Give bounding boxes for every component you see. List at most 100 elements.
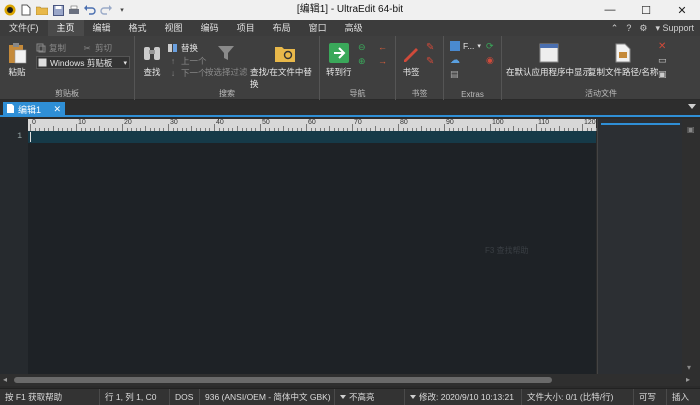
document-icon bbox=[7, 104, 14, 115]
script-icon[interactable]: ◉ bbox=[486, 55, 494, 66]
document-tab[interactable]: 编辑1 ✕ bbox=[3, 102, 65, 117]
print-icon[interactable] bbox=[68, 4, 80, 16]
compare-icon[interactable]: ▤ bbox=[450, 69, 459, 80]
ruler-tick bbox=[122, 124, 123, 131]
editor-area[interactable]: 1 0 10 20 30 40 50 60 70 80 90 100 110 120 F3 查找帮助 bbox=[0, 119, 597, 374]
bookmark-next-icon[interactable]: ✎ bbox=[426, 56, 434, 67]
filter-button[interactable]: 按选择过滤 bbox=[205, 42, 248, 78]
tab-file[interactable]: 文件(F) bbox=[0, 20, 48, 36]
clipboard-select-value: Windows 剪贴板 bbox=[50, 57, 113, 68]
paste-button[interactable]: 粘贴 bbox=[6, 42, 28, 78]
cloud-icon[interactable]: ☁ bbox=[450, 55, 460, 66]
close-button[interactable]: ✕ bbox=[664, 0, 700, 20]
status-filesize: 文件大小: 0/1 (比特/行) bbox=[522, 388, 634, 405]
help-icon[interactable]: ? bbox=[626, 23, 631, 33]
file-properties-icon[interactable]: ▣ bbox=[658, 69, 667, 80]
tab-layout[interactable]: 布局 bbox=[264, 20, 300, 36]
line-number: 1 bbox=[17, 132, 22, 141]
scroll-left-icon[interactable]: ◂ bbox=[3, 375, 7, 384]
document-tab-strip: 编辑1 ✕ bbox=[0, 100, 700, 117]
find-button[interactable]: 查找 bbox=[141, 42, 163, 78]
ruler-number: 100 bbox=[492, 119, 504, 126]
ruler-tick bbox=[582, 124, 583, 131]
support-dropdown[interactable]: ▾ Support bbox=[655, 23, 694, 34]
group-clipboard: 粘贴 复制 ✂ 剪切 Windows 剪贴板 ▾ 剪贴板 bbox=[0, 36, 135, 100]
editor-watermark-text: F3 查找帮助 bbox=[485, 246, 529, 255]
clipboard-select[interactable]: Windows 剪贴板 ▾ bbox=[36, 56, 130, 69]
tab-list-dropdown-icon[interactable] bbox=[688, 104, 696, 109]
nav-back-green-icon[interactable]: ⊖ bbox=[358, 42, 366, 53]
horizontal-scrollbar[interactable]: ◂ ▸ bbox=[0, 374, 700, 386]
tab-project[interactable]: 项目 bbox=[228, 20, 264, 36]
copy-label: 复制 bbox=[49, 43, 67, 53]
ftp-button[interactable]: F... ▾ bbox=[450, 41, 481, 51]
status-codepage[interactable]: 936 (ANSI/OEM - 简体中文 GBK) bbox=[200, 388, 335, 405]
cut-label: 剪切 bbox=[95, 43, 113, 53]
horizontal-scroll-thumb[interactable] bbox=[14, 377, 552, 383]
status-highlight-select[interactable]: 不高亮 bbox=[335, 388, 405, 405]
minimap-panel[interactable] bbox=[597, 119, 682, 374]
settings-icon[interactable]: ⚙ bbox=[639, 23, 647, 34]
save-icon[interactable] bbox=[52, 4, 64, 16]
vertical-scrollbar[interactable]: ▣ ▾ bbox=[682, 119, 700, 374]
status-line-ending[interactable]: DOS bbox=[170, 388, 200, 405]
tab-edit[interactable]: 编辑 bbox=[84, 20, 120, 36]
status-writable[interactable]: 可写 bbox=[634, 388, 667, 405]
group-label-active-file: 活动文件 bbox=[585, 89, 617, 98]
tab-window[interactable]: 窗口 bbox=[300, 20, 336, 36]
status-insert-mode[interactable]: 插入 bbox=[667, 389, 700, 405]
maximize-button[interactable]: ☐ bbox=[628, 0, 664, 20]
bookmark-button[interactable]: 书签 bbox=[400, 42, 422, 78]
app-logo-icon[interactable] bbox=[4, 4, 16, 16]
replace-label: 替换 bbox=[181, 43, 199, 53]
nav-forward-arrow-icon[interactable]: → bbox=[378, 56, 387, 66]
ruler-number: 10 bbox=[78, 119, 86, 126]
new-file-icon[interactable] bbox=[20, 4, 32, 16]
bookmark-prev-icon[interactable]: ✎ bbox=[426, 42, 434, 53]
window-app-icon bbox=[538, 42, 560, 64]
filter-icon bbox=[215, 42, 237, 64]
bookmark-label: 书签 bbox=[402, 67, 420, 77]
nav-back-arrow-icon[interactable]: ← bbox=[378, 42, 387, 52]
tab-advanced[interactable]: 高级 bbox=[336, 20, 372, 36]
scroll-right-icon[interactable]: ▸ bbox=[686, 375, 690, 384]
replace-button[interactable]: 替换 bbox=[168, 42, 198, 54]
ruler-number: 0 bbox=[32, 119, 36, 126]
binoculars-icon bbox=[141, 42, 163, 64]
document-tab-label: 编辑1 bbox=[18, 105, 42, 115]
tab-home[interactable]: 主页 bbox=[47, 20, 84, 36]
open-folder-icon[interactable] bbox=[36, 4, 48, 16]
ruler-number: 120 bbox=[584, 119, 596, 126]
close-tab-icon[interactable]: ✕ bbox=[53, 104, 61, 115]
open-in-default-app-button[interactable]: 在默认应用程序中显示 bbox=[506, 42, 591, 78]
close-file-icon[interactable]: ✕ bbox=[658, 41, 666, 52]
status-bar: 按 F1 获取帮助 行 1, 列 1, C0 DOS 936 (ANSI/OEM… bbox=[0, 388, 700, 405]
copy-button[interactable]: 复制 bbox=[36, 42, 66, 54]
cut-button[interactable]: ✂ 剪切 bbox=[82, 42, 112, 54]
text-caret bbox=[30, 132, 31, 142]
find-next-button[interactable]: ↓ 下一个 bbox=[168, 67, 207, 79]
sync-icon[interactable]: ⟳ bbox=[486, 41, 494, 52]
support-label: Support bbox=[662, 22, 694, 33]
chevron-up-icon[interactable]: ⌃ bbox=[611, 23, 619, 34]
scroll-down-icon[interactable]: ▾ bbox=[687, 363, 695, 372]
file-copy-icon[interactable]: ▭ bbox=[658, 55, 667, 66]
ruler-tick bbox=[444, 124, 445, 131]
qat-dropdown-icon[interactable]: ▾ bbox=[116, 4, 128, 16]
copy-path-button[interactable]: 复制文件路径/名称 bbox=[588, 42, 658, 78]
goto-line-button[interactable]: 转到行 bbox=[326, 42, 352, 78]
find-prev-button[interactable]: ↑ 上一个 bbox=[168, 55, 207, 67]
find-in-files-button[interactable]: 查找/在文件中替换 bbox=[250, 42, 319, 90]
status-position[interactable]: 行 1, 列 1, C0 bbox=[100, 388, 170, 405]
nav-forward-green-icon[interactable]: ⊕ bbox=[358, 56, 366, 67]
ruler-tick bbox=[214, 124, 215, 131]
ruler-tick bbox=[306, 124, 307, 131]
ribbon-tab-bar: 文件(F) 主页 编辑 格式 视图 编码 项目 布局 窗口 高级 ⌃ ? ⚙ ▾… bbox=[0, 20, 700, 36]
tab-format[interactable]: 格式 bbox=[120, 20, 156, 36]
tab-view[interactable]: 视图 bbox=[156, 20, 192, 36]
undo-icon[interactable] bbox=[84, 4, 96, 16]
minimap-viewport bbox=[601, 123, 680, 125]
redo-icon[interactable] bbox=[100, 4, 112, 16]
minimize-button[interactable]: — bbox=[592, 0, 628, 20]
tab-encoding[interactable]: 编码 bbox=[192, 20, 228, 36]
